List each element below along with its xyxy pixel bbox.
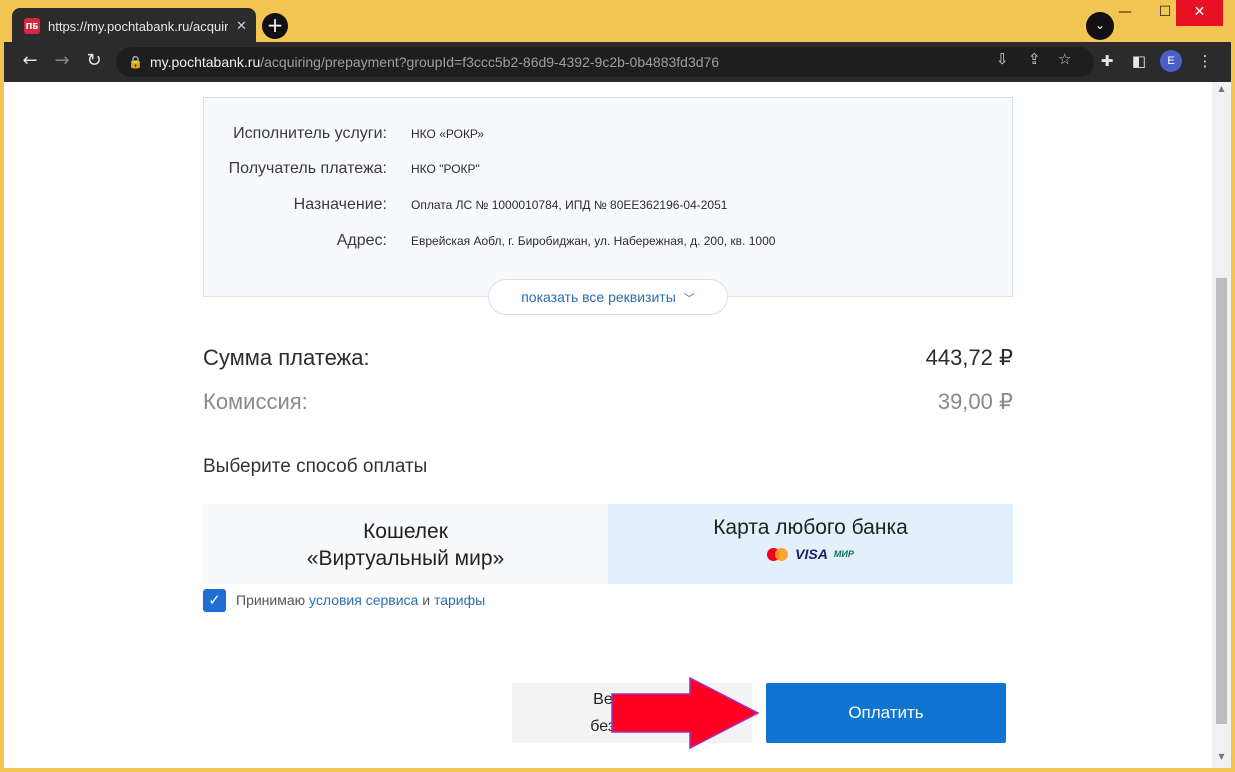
method-card-option[interactable]: Карта любого банка VISA МИР bbox=[608, 504, 1013, 584]
card-label: Карта любого банка bbox=[713, 516, 908, 539]
detail-row-recipient: Получатель платежа: НКО "РОКР" bbox=[204, 160, 1014, 182]
scroll-up-icon[interactable]: ▲ bbox=[1216, 84, 1227, 93]
extensions-icon[interactable]: ✚ bbox=[1096, 51, 1118, 71]
visa-logo: VISA bbox=[795, 546, 828, 562]
wallet-label-line1: Кошелек bbox=[363, 520, 448, 543]
agree-checkbox[interactable]: ✓ bbox=[203, 588, 226, 612]
sum-label: Сумма платежа: bbox=[203, 345, 370, 370]
show-all-label: показать все реквизиты bbox=[521, 289, 676, 305]
tariffs-link[interactable]: тарифы bbox=[434, 592, 485, 608]
tab-strip: ПБ https://my.pochtabank.ru/acquiring ✕ … bbox=[0, 0, 1227, 44]
reload-button[interactable]: ↻ bbox=[82, 50, 106, 74]
detail-label: Получатель платежа: bbox=[228, 160, 387, 177]
detail-value: НКО «РОКР» bbox=[411, 127, 484, 141]
payment-details-card: Исполнитель услуги: НКО «РОКР» Получател… bbox=[203, 97, 1013, 297]
fee-value: 39,00 ₽ bbox=[937, 389, 1013, 414]
install-app-icon[interactable]: ⇩ bbox=[996, 51, 1009, 67]
profile-avatar[interactable]: E bbox=[1160, 50, 1182, 72]
browser-tab[interactable]: ПБ https://my.pochtabank.ru/acquiring ✕ bbox=[12, 8, 256, 44]
mir-logo: МИР bbox=[833, 549, 854, 559]
payment-sum-row: Сумма платежа: 443,72 ₽ bbox=[203, 345, 1013, 375]
pochtabank-favicon-icon: ПБ bbox=[24, 18, 40, 34]
detail-value: Оплата ЛС № 1000010784, ИПД № 80EE362196… bbox=[411, 198, 728, 212]
sum-value: 443,72 ₽ bbox=[925, 345, 1013, 370]
tab-title: https://my.pochtabank.ru/acquiring bbox=[48, 18, 228, 34]
menu-kebab-icon[interactable]: ⋮ bbox=[1194, 51, 1216, 71]
forward-button[interactable]: → bbox=[50, 50, 74, 74]
close-window-button[interactable]: ✕ bbox=[1176, 0, 1223, 26]
url-host: my.pochtabank.ru bbox=[150, 54, 261, 70]
chevron-down-icon: ﹀ bbox=[683, 292, 695, 305]
lock-icon[interactable]: 🔒 bbox=[128, 47, 143, 77]
wallet-label-line2: «Виртуальный мир» bbox=[306, 547, 505, 570]
pay-button[interactable]: Оплатить bbox=[766, 683, 1006, 743]
page-scrollbar[interactable]: ▲ ▼ bbox=[1212, 82, 1231, 768]
detail-row-address: Адрес: Еврейская Аобл, г. Биробиджан, ул… bbox=[204, 232, 1014, 254]
terms-link[interactable]: условия сервиса bbox=[309, 592, 418, 608]
bookmark-star-icon[interactable]: ☆ bbox=[1058, 51, 1071, 67]
payment-method-title: Выберите способ оплаты bbox=[203, 456, 428, 477]
tab-close-icon[interactable]: ✕ bbox=[236, 18, 247, 34]
fee-label: Комиссия: bbox=[203, 389, 308, 414]
detail-row-purpose: Назначение: Оплата ЛС № 1000010784, ИПД … bbox=[204, 196, 1014, 218]
agreement-row: ✓ Принимаю условия сервиса и тарифы bbox=[203, 588, 485, 612]
card-logos: VISA МИР bbox=[608, 546, 1013, 562]
page-viewport: Исполнитель услуги: НКО «РОКР» Получател… bbox=[4, 82, 1212, 768]
url-path: /acquiring/prepayment?groupId=f3ccc5b2-8… bbox=[260, 54, 720, 70]
method-wallet-option[interactable]: Кошелек «Виртуальный мир» bbox=[203, 504, 608, 584]
detail-label: Назначение: bbox=[293, 196, 387, 213]
mastercard-icon bbox=[767, 547, 789, 561]
detail-value: Еврейская Аобл, г. Биробиджан, ул. Набер… bbox=[411, 234, 776, 248]
detail-row-provider: Исполнитель услуги: НКО «РОКР» bbox=[204, 125, 1014, 147]
annotation-arrow-icon bbox=[611, 676, 760, 750]
detail-label: Исполнитель услуги: bbox=[233, 125, 387, 142]
agree-and: и bbox=[418, 592, 434, 608]
share-icon[interactable]: ⇪ bbox=[1028, 51, 1041, 67]
detail-label: Адрес: bbox=[336, 232, 387, 249]
new-tab-button[interactable]: + bbox=[262, 13, 288, 39]
scroll-down-icon[interactable]: ▼ bbox=[1216, 752, 1227, 761]
browser-toolbar: ← → ↻ 🔒 my.pochtabank.ru/acquiring/prepay… bbox=[4, 42, 1231, 82]
scrollbar-thumb[interactable] bbox=[1216, 278, 1227, 724]
agree-prefix: Принимаю bbox=[236, 592, 310, 608]
address-bar[interactable]: 🔒 my.pochtabank.ru/acquiring/prepayment?g… bbox=[116, 47, 1094, 77]
back-button[interactable]: ← bbox=[18, 50, 42, 74]
fee-row: Комиссия: 39,00 ₽ bbox=[203, 389, 1013, 419]
show-all-details-button[interactable]: показать все реквизиты ﹀ bbox=[488, 279, 728, 315]
side-panel-icon[interactable]: ◧ bbox=[1128, 51, 1150, 71]
detail-value: НКО "РОКР" bbox=[411, 162, 480, 176]
